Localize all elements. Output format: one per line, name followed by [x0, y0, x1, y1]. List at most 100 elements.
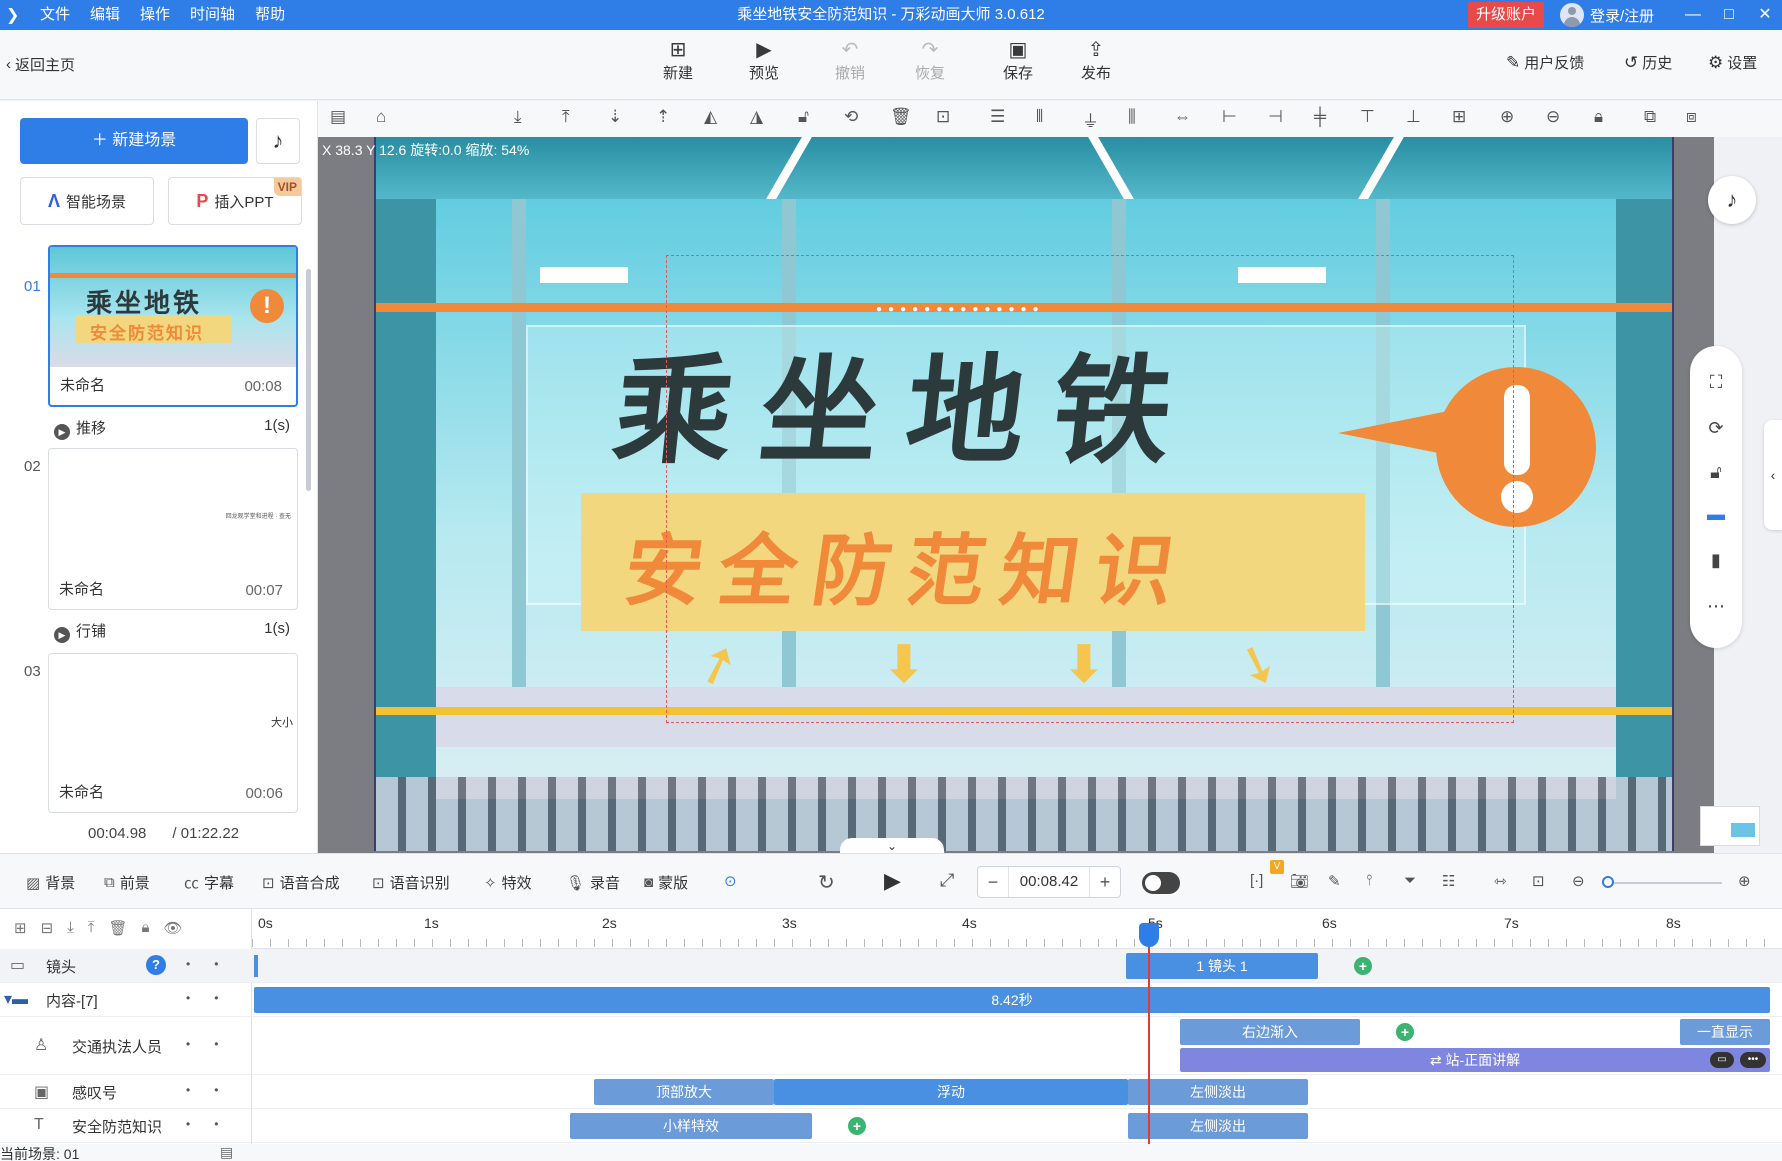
clip-safety-effect[interactable]: 小样特效: [570, 1113, 812, 1139]
move-down-icon[interactable]: ⇣: [608, 107, 622, 127]
subtitle-button[interactable]: ㏄字幕: [184, 872, 234, 893]
clip-exclamation-fadeout[interactable]: 左侧淡出: [1128, 1079, 1308, 1105]
camera-button[interactable]: 📷︎: [1290, 872, 1309, 890]
more-tools-button[interactable]: ⊙: [724, 872, 737, 890]
clip-officer-show[interactable]: 一直显示: [1680, 1019, 1770, 1045]
time-stepper[interactable]: − 00:08.42 +: [977, 866, 1121, 898]
record-button[interactable]: 🎙︎ 录音: [566, 872, 620, 893]
timeline-zoom-knob[interactable]: [1602, 876, 1614, 888]
track-toggles[interactable]: ••: [186, 991, 242, 1005]
lock-icon[interactable]: 🔓︎: [1690, 462, 1742, 483]
delete-icon[interactable]: 🗑︎: [108, 919, 127, 937]
rotate-icon[interactable]: ⟲: [844, 107, 858, 127]
timeline-zoom-slider[interactable]: [1604, 882, 1722, 884]
play-button[interactable]: ▶: [884, 868, 901, 894]
feedback-button[interactable]: ✎ 用户反馈: [1506, 52, 1584, 73]
settings-button[interactable]: ⚙ 设置: [1708, 52, 1757, 73]
align-left-icon[interactable]: ⊢: [1222, 107, 1237, 127]
zoom-out-icon[interactable]: ⊖: [1546, 107, 1560, 127]
new-scene-button[interactable]: ＋ 新建场景: [20, 118, 248, 164]
clip-exclamation-zoom[interactable]: 顶部放大: [594, 1079, 774, 1105]
eye-icon[interactable]: 👁︎: [163, 919, 182, 937]
lock-icon[interactable]: 🔒︎: [141, 919, 149, 937]
edit-button[interactable]: ✎: [1328, 872, 1341, 890]
track-toggles[interactable]: ••: [186, 1117, 242, 1131]
flip-vertical-icon[interactable]: ◮: [750, 107, 763, 127]
flip-horizontal-icon[interactable]: ◭: [704, 107, 717, 127]
align-hcenter-icon[interactable]: ╪: [1314, 107, 1326, 127]
clip-officer-action[interactable]: ⇄ 站-正面讲解: [1180, 1048, 1770, 1072]
add-keyframe-icon[interactable]: +: [1354, 957, 1372, 975]
align-bottom-icon[interactable]: ⊥: [1406, 107, 1421, 127]
track-row-officer[interactable]: ♙ 交通执法人员 •• 右边渐入 + 一直显示 ⇄ 站-正面讲解 ▭ •••: [0, 1017, 1782, 1075]
menu-edit[interactable]: 编辑: [80, 0, 130, 30]
publish-button[interactable]: ⇪ 发布: [1066, 38, 1126, 83]
timeline-zoom-out-button[interactable]: ⊖: [1572, 872, 1585, 890]
track-toggles[interactable]: ••: [186, 1083, 242, 1097]
preview-button[interactable]: ▶ 预览: [734, 38, 794, 83]
menu-operate[interactable]: 操作: [130, 0, 180, 30]
split-button[interactable]: ⫯: [1366, 872, 1373, 889]
landscape-icon[interactable]: ▬: [1690, 504, 1742, 525]
minimize-button[interactable]: —: [1676, 0, 1710, 30]
menu-timeline[interactable]: 时间轴: [180, 0, 245, 30]
collapse-handle[interactable]: ⌄: [840, 838, 944, 854]
new-button[interactable]: ⊞ 新建: [648, 38, 708, 83]
tts-button[interactable]: ⊡ 语音合成: [262, 872, 340, 893]
playhead-line[interactable]: [1148, 947, 1150, 1153]
track-toggles[interactable]: ••: [186, 957, 242, 971]
actual-size-button[interactable]: ⊡: [1532, 872, 1545, 890]
back-home-button[interactable]: ‹ 返回主页: [6, 54, 75, 75]
group-icon[interactable]: ⊡: [936, 107, 950, 127]
track-row-safety-text[interactable]: T 安全防范知识 •• 小样特效 + 左侧淡出: [0, 1109, 1782, 1143]
fit-track-button[interactable]: [·]: [1250, 872, 1263, 889]
foreground-button[interactable]: ⧉ 前景: [104, 872, 150, 893]
maximize-button[interactable]: □: [1712, 0, 1746, 30]
delete-icon[interactable]: 🗑︎: [890, 107, 912, 127]
close-button[interactable]: ✕: [1748, 0, 1782, 30]
background-music-button[interactable]: ♪: [1708, 176, 1756, 224]
login-button[interactable]: 登录/注册: [1560, 0, 1654, 30]
track-row-content[interactable]: ▾▬ 内容-[7] •• 8.42秒: [0, 983, 1782, 1017]
smart-scene-button[interactable]: Λ 智能场景: [20, 177, 154, 225]
clip-content[interactable]: 8.42秒: [254, 987, 1770, 1013]
move-bottom-icon[interactable]: ⤓: [514, 107, 522, 127]
add-folder-icon[interactable]: ⊞: [14, 919, 27, 937]
history-button[interactable]: ↺ 历史: [1624, 52, 1672, 73]
fullscreen-button[interactable]: ⤢: [940, 870, 954, 891]
align-middle-icon[interactable]: ⏚: [1082, 107, 1099, 132]
asr-button[interactable]: ⊡ 语音识别: [372, 872, 450, 893]
same-width-icon[interactable]: ⇔: [1174, 107, 1191, 127]
align-center-icon[interactable]: ☰: [990, 107, 1005, 127]
mask-button[interactable]: ◙ 蒙版: [644, 872, 688, 893]
background-button[interactable]: ▨ 背景: [26, 872, 75, 893]
paste-icon[interactable]: ⧈: [1686, 107, 1697, 127]
mini-preview[interactable]: [1700, 806, 1760, 846]
portrait-icon[interactable]: ▮: [1690, 550, 1742, 571]
add-keyframe-icon[interactable]: +: [848, 1117, 866, 1135]
lock-closed-icon[interactable]: 🔒︎: [1594, 107, 1603, 127]
music-button[interactable]: ♪: [256, 118, 300, 164]
fit-width-button[interactable]: ⇿: [1494, 872, 1507, 890]
move-top-icon[interactable]: ⤒: [562, 107, 570, 127]
align-top-icon[interactable]: ⊤: [1360, 107, 1375, 127]
selection-box[interactable]: [666, 255, 1514, 723]
rotate-icon[interactable]: ⟳: [1690, 418, 1742, 439]
list-icon[interactable]: ▤: [220, 1144, 233, 1161]
clip-safety-fadeout[interactable]: 左侧淡出: [1128, 1113, 1308, 1139]
align-vcenter-icon[interactable]: ⊞: [1452, 107, 1466, 127]
copy-icon[interactable]: ⧉: [1644, 107, 1656, 127]
insert-ppt-button[interactable]: P 插入PPT VIP: [168, 177, 302, 225]
help-icon[interactable]: ?: [146, 955, 166, 975]
replay-button[interactable]: ↻: [818, 870, 835, 895]
add-keyframe-icon[interactable]: +: [1396, 1023, 1414, 1041]
folder-icon[interactable]: ⊟: [41, 919, 54, 937]
scene-card-03[interactable]: 大小 未命名 00:06: [48, 653, 298, 813]
distribute-v-icon[interactable]: ⫼: [1128, 107, 1136, 127]
lock-icon[interactable]: 🔓︎: [798, 107, 809, 127]
align-right-icon[interactable]: ⊣: [1268, 107, 1283, 127]
transition-2[interactable]: ▶ 行铺 1(s): [54, 620, 290, 643]
scene-card-01[interactable]: 乘坐地铁 安全防范知识 ! 未命名 00:08: [48, 245, 298, 407]
upgrade-account-button[interactable]: 升级账户: [1468, 2, 1545, 28]
transition-1[interactable]: ▶ 推移 1(s): [54, 417, 290, 440]
